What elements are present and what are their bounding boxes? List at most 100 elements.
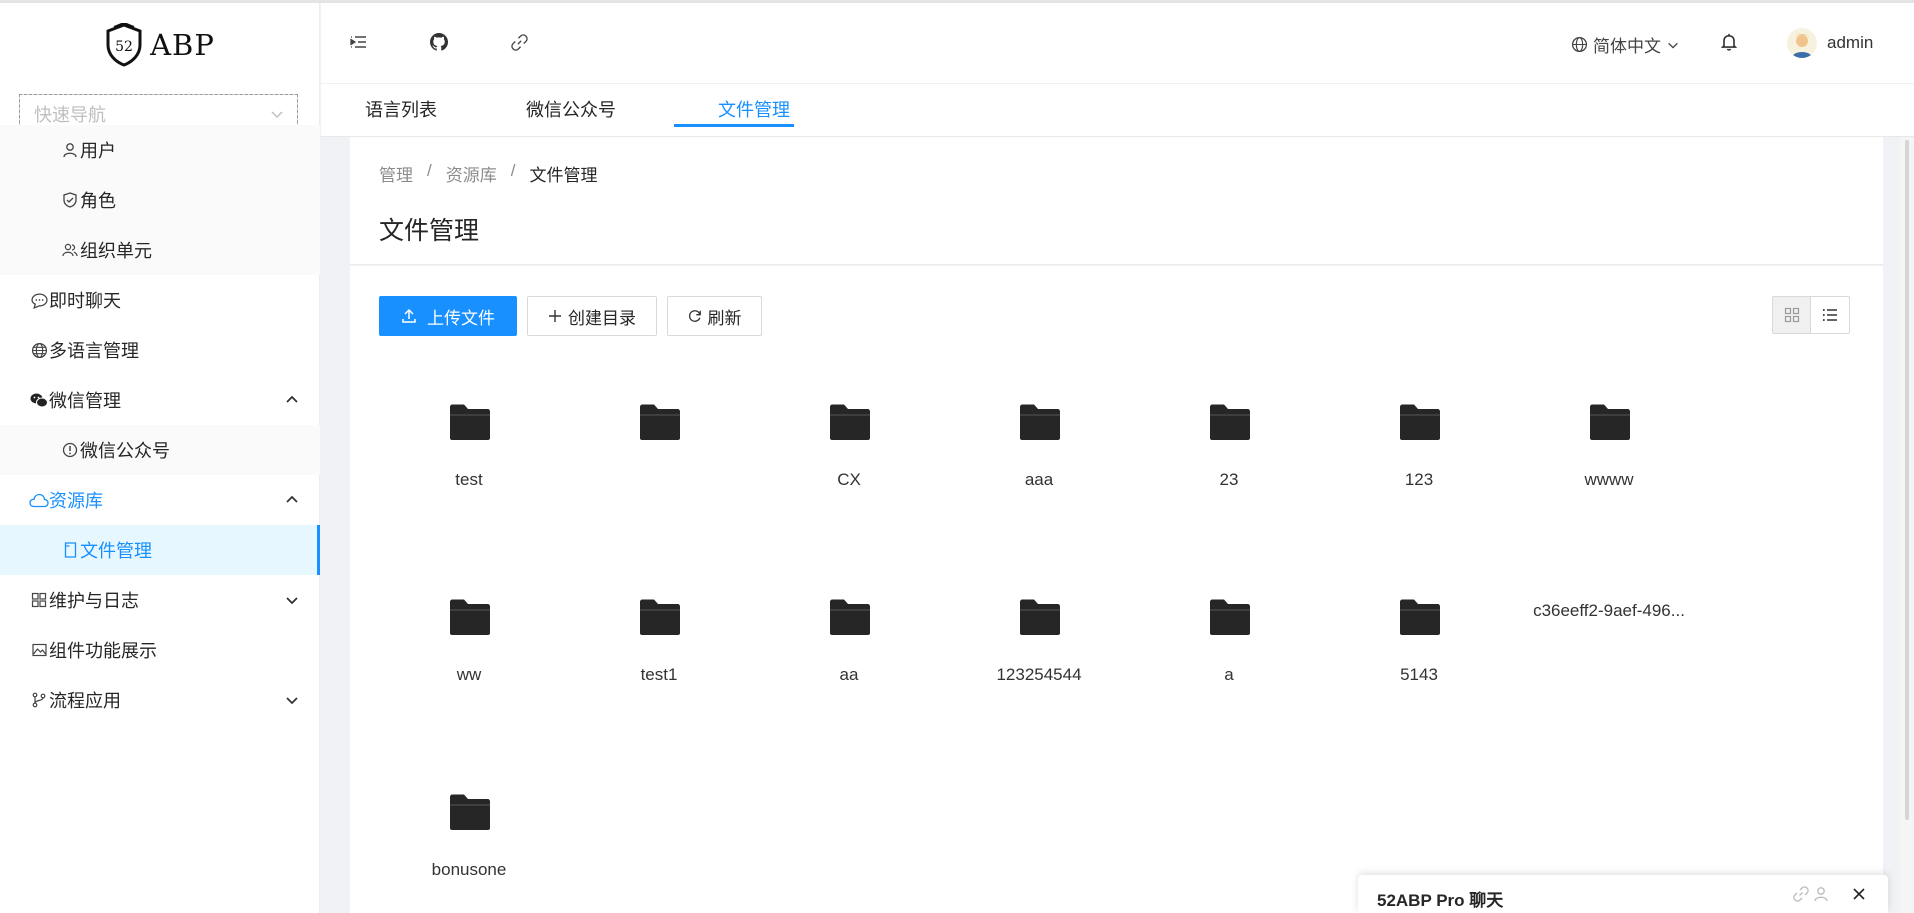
sidebar-item-wechat[interactable]: 微信管理 bbox=[0, 375, 320, 425]
scrollbar-thumb[interactable] bbox=[1905, 140, 1909, 820]
branch-icon bbox=[29, 690, 49, 710]
sidebar-item-org-unit[interactable]: 组织单元 bbox=[0, 225, 320, 275]
sidebar-item-label: 微信管理 bbox=[49, 391, 121, 411]
file-icon bbox=[60, 540, 80, 560]
shield-check-icon bbox=[60, 190, 80, 210]
sidebar-item-label: 多语言管理 bbox=[49, 341, 139, 361]
folder-item[interactable]: a bbox=[1154, 578, 1304, 728]
quick-nav-placeholder: 快速导航 bbox=[34, 105, 106, 125]
sidebar-item-label: 资源库 bbox=[49, 491, 103, 511]
folder-icon bbox=[1020, 599, 1060, 635]
file-item[interactable]: c36eeff2-9aef-496... bbox=[1514, 601, 1704, 751]
folder-item[interactable]: ww bbox=[394, 578, 544, 728]
folder-icon bbox=[450, 599, 490, 635]
link-icon[interactable] bbox=[1793, 886, 1809, 902]
logo-number: 52 bbox=[115, 39, 133, 55]
sidebar-item-file-management[interactable]: 文件管理 bbox=[0, 525, 320, 575]
sidebar-item-wechat-official[interactable]: 微信公众号 bbox=[0, 425, 320, 475]
chat-widget[interactable]: 52ABP Pro 聊天 bbox=[1358, 875, 1888, 913]
language-label: 简体中文 bbox=[1593, 37, 1661, 56]
refresh-button[interactable]: 刷新 bbox=[667, 296, 762, 336]
link-icon[interactable] bbox=[509, 32, 529, 52]
sidebar-item-label: 组件功能展示 bbox=[49, 641, 157, 661]
folder-item[interactable]: 123 bbox=[1344, 383, 1494, 533]
sidebar-item-label: 角色 bbox=[80, 191, 116, 211]
user-icon[interactable] bbox=[1813, 886, 1829, 902]
sidebar-item-workflow[interactable]: 流程应用 bbox=[0, 675, 320, 725]
github-icon[interactable] bbox=[429, 32, 449, 52]
grid-view-icon[interactable] bbox=[1773, 297, 1812, 333]
file-panel: 上传文件 创建目录 刷新 test CX aaa 23 123 wwww ww … bbox=[350, 266, 1883, 913]
team-icon bbox=[60, 240, 80, 260]
shield-logo-icon: 52 bbox=[106, 22, 142, 67]
close-icon[interactable] bbox=[1851, 886, 1867, 902]
folder-icon bbox=[450, 404, 490, 440]
sidebar-item-components[interactable]: 组件功能展示 bbox=[0, 625, 320, 675]
sidebar-item-chat[interactable]: 即时聊天 bbox=[0, 275, 320, 325]
upload-file-label: 上传文件 bbox=[427, 308, 495, 328]
logo[interactable]: 52 ABP bbox=[0, 3, 319, 86]
list-view-icon[interactable] bbox=[1811, 297, 1849, 333]
sidebar-item-user[interactable]: 用户 bbox=[0, 125, 320, 175]
folder-item[interactable]: 23 bbox=[1154, 383, 1304, 533]
folder-item[interactable]: test1 bbox=[584, 578, 734, 728]
breadcrumb-item[interactable]: 管理 bbox=[379, 161, 413, 186]
sidebar-item-maintenance[interactable]: 维护与日志 bbox=[0, 575, 320, 625]
breadcrumb-separator: / bbox=[510, 161, 516, 180]
folder-name: bonusone bbox=[431, 860, 507, 879]
folder-name: 23 bbox=[1219, 470, 1239, 489]
tab-language-list[interactable]: 语言列表 bbox=[361, 96, 441, 136]
chevron-down-icon bbox=[271, 111, 283, 119]
breadcrumb-item[interactable]: 资源库 bbox=[446, 161, 497, 186]
chat-bubble-icon bbox=[29, 290, 49, 310]
folder-icon bbox=[1590, 404, 1630, 440]
sidebar-item-label: 微信公众号 bbox=[80, 441, 170, 461]
chat-title: 52ABP Pro 聊天 bbox=[1377, 891, 1504, 910]
cloud-icon bbox=[29, 490, 49, 510]
sidebar-item-label: 文件管理 bbox=[80, 541, 152, 561]
sidebar-item-role[interactable]: 角色 bbox=[0, 175, 320, 225]
view-mode-toggle bbox=[1772, 296, 1850, 334]
sidebar-item-resources[interactable]: 资源库 bbox=[0, 475, 320, 525]
globe-icon bbox=[1571, 36, 1588, 53]
folder-item[interactable]: test bbox=[394, 383, 544, 533]
avatar bbox=[1787, 28, 1817, 58]
user-menu[interactable]: admin bbox=[1787, 28, 1873, 58]
sidebar-item-label: 维护与日志 bbox=[49, 591, 139, 611]
tab-wechat-official[interactable]: 微信公众号 bbox=[521, 96, 621, 136]
sidebar-item-languages[interactable]: 多语言管理 bbox=[0, 325, 320, 375]
folder-icon bbox=[1210, 599, 1250, 635]
chevron-down-icon bbox=[286, 597, 298, 605]
folder-item[interactable]: aaa bbox=[964, 383, 1114, 533]
folder-item[interactable]: aa bbox=[774, 578, 924, 728]
folder-item[interactable]: 5143 bbox=[1344, 578, 1494, 728]
folder-name: test1 bbox=[640, 665, 678, 684]
folder-name: a bbox=[1224, 665, 1234, 684]
sidebar-item-label: 流程应用 bbox=[49, 691, 121, 711]
folder-item[interactable]: bonusone bbox=[394, 773, 544, 913]
upload-file-button[interactable]: 上传文件 bbox=[379, 296, 517, 336]
page-title: 文件管理 bbox=[379, 217, 480, 245]
language-selector[interactable]: 简体中文 bbox=[1571, 32, 1680, 57]
folder-item[interactable]: wwww bbox=[1534, 383, 1684, 533]
tab-file-management[interactable]: 文件管理 bbox=[694, 96, 814, 136]
refresh-label: 刷新 bbox=[707, 308, 742, 328]
create-directory-label: 创建目录 bbox=[568, 308, 636, 328]
folder-item[interactable]: 123254544 bbox=[964, 578, 1114, 728]
grid-icon bbox=[29, 590, 49, 610]
folder-icon bbox=[1210, 404, 1250, 440]
folder-name: wwww bbox=[1584, 470, 1634, 489]
chevron-down-icon bbox=[286, 697, 298, 705]
bell-icon[interactable] bbox=[1719, 32, 1739, 52]
file-name: c36eeff2-9aef-496... bbox=[1533, 601, 1685, 620]
folder-item[interactable] bbox=[584, 383, 734, 533]
folder-name: 123254544 bbox=[996, 665, 1082, 684]
folder-item[interactable]: CX bbox=[774, 383, 924, 533]
sidebar-item-label: 用户 bbox=[80, 141, 116, 161]
menu-fold-icon[interactable] bbox=[349, 32, 369, 52]
folder-name: 123 bbox=[1404, 470, 1434, 489]
create-directory-button[interactable]: 创建目录 bbox=[527, 296, 657, 336]
upload-icon bbox=[402, 308, 416, 323]
breadcrumb-separator: / bbox=[427, 161, 432, 180]
breadcrumb: 管理 / 资源库 / 文件管理 bbox=[379, 161, 597, 186]
